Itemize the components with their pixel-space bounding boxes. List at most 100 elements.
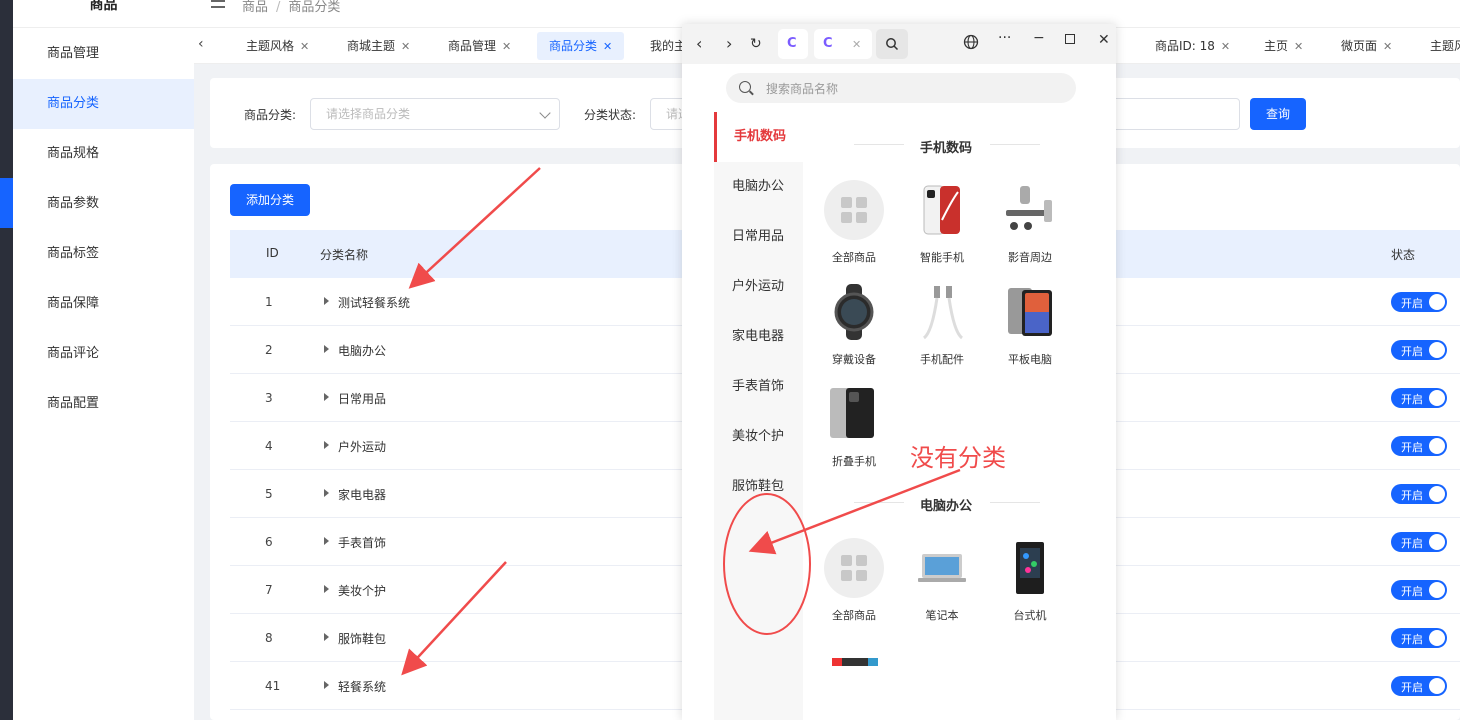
minimize-icon[interactable]: − bbox=[1033, 30, 1045, 46]
status-switch[interactable]: 开启 bbox=[1391, 484, 1447, 504]
close-window-icon[interactable]: ✕ bbox=[1098, 32, 1110, 48]
column-header-id: ID bbox=[266, 246, 279, 260]
category-item-computer-office[interactable]: 电脑办公 bbox=[714, 162, 803, 212]
expand-caret-icon[interactable] bbox=[324, 489, 329, 497]
subcategory-item[interactable]: 笔记本 bbox=[902, 538, 982, 623]
sidebar-item-product-reviews[interactable]: 商品评论 bbox=[13, 329, 194, 379]
expand-caret-icon[interactable] bbox=[324, 537, 329, 545]
sidebar-item-product-config[interactable]: 商品配置 bbox=[13, 379, 194, 429]
sidebar-item-product-tags[interactable]: 商品标签 bbox=[13, 229, 194, 279]
close-icon[interactable]: ✕ bbox=[1294, 40, 1303, 53]
browser-tab-1[interactable]: C bbox=[778, 29, 808, 59]
subcategory-label: 全部商品 bbox=[832, 251, 876, 264]
close-icon[interactable]: ✕ bbox=[603, 40, 612, 53]
category-item-beauty-care[interactable]: 美妆个护 bbox=[714, 412, 803, 462]
query-button[interactable]: 查询 bbox=[1250, 98, 1306, 130]
tab-home[interactable]: 主页 ✕ bbox=[1252, 32, 1315, 60]
status-switch[interactable]: 开启 bbox=[1391, 580, 1447, 600]
more-options-icon[interactable]: ··· bbox=[998, 30, 1011, 46]
sidebar-item-product-params[interactable]: 商品参数 bbox=[13, 179, 194, 229]
subcategory-item[interactable]: 全部商品 bbox=[814, 180, 894, 265]
status-switch[interactable]: 开启 bbox=[1391, 340, 1447, 360]
status-switch[interactable]: 开启 bbox=[1391, 388, 1447, 408]
sidebar-item-product-spec[interactable]: 商品规格 bbox=[13, 129, 194, 179]
subcategory-item[interactable]: 穿戴设备 bbox=[814, 282, 894, 367]
expand-caret-icon[interactable] bbox=[324, 441, 329, 449]
category-item-daily-goods[interactable]: 日常用品 bbox=[714, 212, 803, 262]
app-rail-active-indicator bbox=[0, 178, 13, 228]
keyword-input[interactable] bbox=[1110, 98, 1240, 130]
browser-search-tab[interactable] bbox=[876, 29, 908, 59]
close-icon[interactable]: ✕ bbox=[1383, 40, 1392, 53]
row-id: 5 bbox=[265, 487, 273, 501]
globe-icon[interactable] bbox=[963, 34, 979, 50]
subcategory-item[interactable]: 全部商品 bbox=[814, 538, 894, 623]
tab-theme-cut[interactable]: 主题风 bbox=[1418, 32, 1460, 60]
add-category-button[interactable]: 添加分类 bbox=[230, 184, 310, 216]
switch-text: 开启 bbox=[1401, 489, 1423, 502]
sidebar-item-product-manage[interactable]: 商品管理 bbox=[13, 29, 194, 79]
expand-caret-icon[interactable] bbox=[324, 633, 329, 641]
expand-caret-icon[interactable] bbox=[324, 345, 329, 353]
product-search-bar[interactable]: 搜索商品名称 bbox=[726, 73, 1076, 103]
tab-mall-theme[interactable]: 商城主题 ✕ bbox=[335, 32, 422, 60]
browser-tab-2[interactable]: C ✕ bbox=[814, 29, 872, 59]
breadcrumb-root[interactable]: 商品 bbox=[242, 0, 268, 15]
tab-label: 商品管理 bbox=[448, 39, 497, 53]
column-header-status: 状态 bbox=[1391, 248, 1416, 262]
close-icon[interactable]: ✕ bbox=[502, 40, 511, 53]
subcategory-item[interactable]: 折叠手机 bbox=[814, 384, 894, 469]
switch-text: 开启 bbox=[1401, 537, 1423, 550]
subcategory-label: 影音周边 bbox=[1008, 251, 1052, 264]
annotation-note: 没有分类 bbox=[910, 444, 1006, 472]
switch-knob bbox=[1429, 438, 1445, 454]
tab-label: 主题风格 bbox=[246, 39, 295, 53]
expand-caret-icon[interactable] bbox=[324, 297, 329, 305]
status-switch[interactable]: 开启 bbox=[1391, 436, 1447, 456]
category-item-phone-digital[interactable]: 手机数码 bbox=[714, 112, 803, 162]
subcategory-item[interactable]: 台式机 bbox=[990, 538, 1070, 623]
status-switch[interactable]: 开启 bbox=[1391, 292, 1447, 312]
status-switch[interactable]: 开启 bbox=[1391, 532, 1447, 552]
tab-label: 商城主题 bbox=[347, 39, 396, 53]
tab-scroll-left-icon[interactable]: ‹ bbox=[198, 36, 204, 52]
subcategory-item[interactable]: 影音周边 bbox=[990, 180, 1070, 265]
row-name: 电脑办公 bbox=[338, 344, 387, 358]
status-switch[interactable]: 开启 bbox=[1391, 676, 1447, 696]
maximize-icon[interactable] bbox=[1065, 34, 1075, 44]
close-tab-icon[interactable]: ✕ bbox=[852, 38, 861, 51]
category-select[interactable]: 请选择商品分类 bbox=[310, 98, 560, 130]
tab-product-manage[interactable]: 商品管理 ✕ bbox=[436, 32, 523, 60]
switch-text: 开启 bbox=[1401, 633, 1423, 646]
sidebar-item-product-guarantee[interactable]: 商品保障 bbox=[13, 279, 194, 329]
switch-text: 开启 bbox=[1401, 393, 1423, 406]
close-icon[interactable]: ✕ bbox=[300, 40, 309, 53]
category-item-outdoor-sports[interactable]: 户外运动 bbox=[714, 262, 803, 312]
expand-caret-icon[interactable] bbox=[324, 681, 329, 689]
sidebar-item-product-category[interactable]: 商品分类 bbox=[13, 79, 194, 129]
back-icon[interactable]: ‹ bbox=[696, 34, 702, 53]
tab-theme-style[interactable]: 主题风格 ✕ bbox=[234, 32, 321, 60]
tab-product-id[interactable]: 商品ID: 18 ✕ bbox=[1143, 32, 1242, 60]
menu-toggle-icon[interactable] bbox=[211, 0, 225, 8]
subcategory-item[interactable]: 智能手机 bbox=[902, 180, 982, 265]
close-icon[interactable]: ✕ bbox=[401, 40, 410, 53]
category-item-home-appliance[interactable]: 家电电器 bbox=[714, 312, 803, 362]
tab-product-category[interactable]: 商品分类 ✕ bbox=[537, 32, 625, 60]
status-switch[interactable]: 开启 bbox=[1391, 628, 1447, 648]
subcategory-item-partial[interactable] bbox=[814, 652, 894, 666]
close-icon[interactable]: ✕ bbox=[1221, 40, 1230, 53]
row-name: 日常用品 bbox=[338, 392, 387, 406]
subcategory-item[interactable]: 平板电脑 bbox=[990, 282, 1070, 367]
tab-label: 我的主 bbox=[650, 39, 687, 53]
category-item-apparel-bags[interactable]: 服饰鞋包 bbox=[714, 462, 803, 512]
expand-caret-icon[interactable] bbox=[324, 393, 329, 401]
section-title: 手机数码 bbox=[919, 141, 972, 156]
tab-micro-page[interactable]: 微页面 ✕ bbox=[1329, 32, 1404, 60]
reload-icon[interactable]: ↻ bbox=[750, 36, 762, 52]
category-item-watch-jewelry[interactable]: 手表首饰 bbox=[714, 362, 803, 412]
tab-label: 微页面 bbox=[1341, 39, 1378, 53]
subcategory-item[interactable]: 手机配件 bbox=[902, 282, 982, 367]
expand-caret-icon[interactable] bbox=[324, 585, 329, 593]
forward-icon[interactable]: › bbox=[726, 34, 732, 53]
